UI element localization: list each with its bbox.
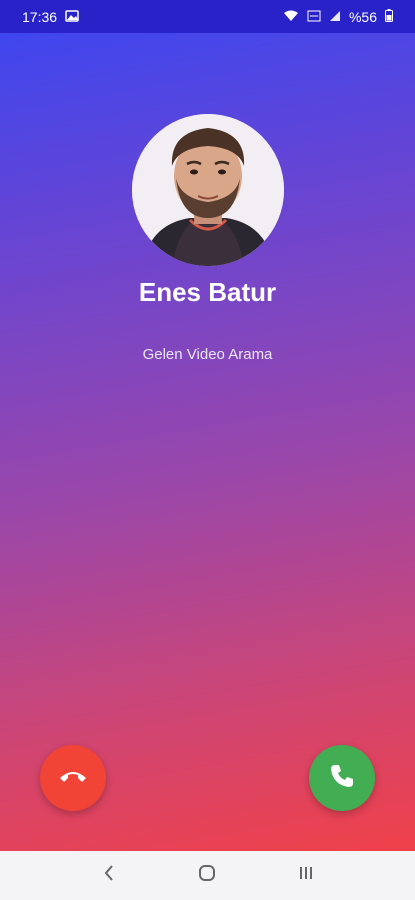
call-area: Enes Batur Gelen Video Arama [0, 33, 415, 851]
status-time: 17:36 [22, 8, 58, 25]
accept-call-button[interactable] [309, 745, 375, 811]
nav-back-button[interactable] [89, 856, 129, 896]
nav-recents-button[interactable] [286, 856, 326, 896]
volte-icon [307, 9, 321, 25]
home-icon [198, 864, 216, 887]
caller-name: Enes Batur [138, 277, 277, 307]
back-icon [103, 864, 115, 887]
status-bar: 17:36 %56 [0, 0, 415, 33]
recents-icon [298, 865, 314, 886]
status-left: 17:36 [22, 9, 79, 25]
decline-call-button[interactable] [40, 745, 106, 811]
signal-icon [329, 9, 341, 25]
caller-avatar [132, 114, 284, 266]
phone-hangup-icon [58, 768, 88, 789]
image-icon [65, 9, 79, 25]
incoming-call-screen: 17:36 %56 Enes Batur Gelen Video Arama [0, 0, 415, 900]
call-status-text: Gelen Video Arama [142, 346, 273, 363]
battery-icon [385, 8, 393, 25]
wifi-icon [283, 9, 299, 25]
phone-icon [329, 763, 355, 794]
status-right: %56 [283, 8, 393, 25]
navigation-bar [0, 851, 415, 900]
nav-home-button[interactable] [187, 856, 227, 896]
battery-level: %56 [348, 8, 377, 25]
